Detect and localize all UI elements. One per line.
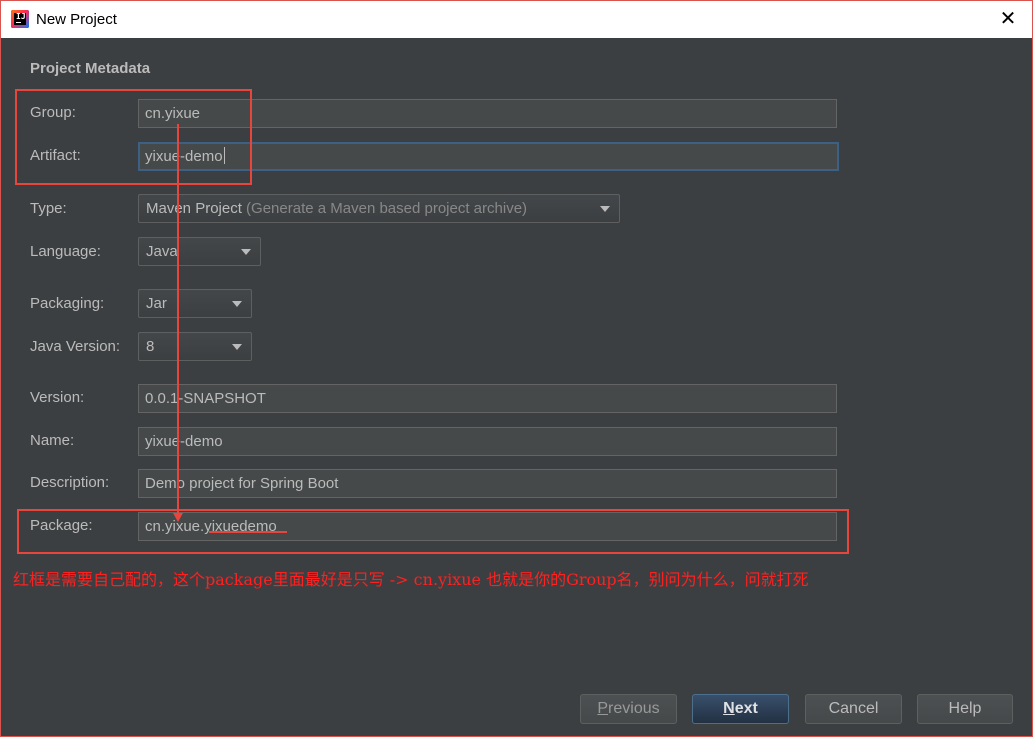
name-label: Name: [30, 432, 75, 449]
previous-button[interactable]: Previous [580, 694, 677, 724]
annotation-arrow-head [173, 513, 183, 522]
packaging-value: Jar [146, 295, 167, 312]
chevron-down-icon [232, 344, 242, 350]
next-mnemonic: N [723, 700, 735, 717]
previous-label: revious [608, 700, 660, 717]
version-label: Version: [30, 389, 85, 406]
next-button[interactable]: Next [692, 694, 789, 724]
close-icon[interactable]: ✕ [996, 7, 1020, 31]
java-version-value: 8 [146, 338, 155, 355]
highlight-box-package [17, 509, 849, 554]
packaging-label: Packaging: [30, 295, 105, 312]
description-field[interactable]: Demo project for Spring Boot [138, 469, 837, 498]
help-button[interactable]: Help [917, 694, 1013, 724]
new-project-dialog: IJ New Project ✕ Project Metadata Group:… [0, 0, 1033, 737]
next-label: ext [734, 700, 758, 717]
language-value: Java [146, 243, 178, 260]
annotation-arrow-line [177, 124, 179, 519]
language-label: Language: [30, 243, 101, 260]
title-bar: IJ New Project ✕ [1, 1, 1032, 38]
previous-mnemonic: P [597, 700, 609, 717]
chevron-down-icon [241, 249, 251, 255]
type-hint: (Generate a Maven based project archive) [246, 200, 528, 217]
annotation-underline [209, 531, 287, 533]
packaging-dropdown[interactable]: Jar [138, 289, 252, 318]
intellij-idea-icon: IJ [11, 10, 29, 28]
annotation-note: 红框是需要自己配的，这个package里面最好是只写 -> cn.yixue 也… [13, 570, 809, 589]
java-version-label: Java Version: [30, 338, 121, 355]
chevron-down-icon [600, 206, 610, 212]
language-dropdown[interactable]: Java [138, 237, 261, 266]
description-label: Description: [30, 474, 110, 491]
type-label: Type: [30, 200, 67, 217]
name-field[interactable]: yixue-demo [138, 427, 837, 456]
type-dropdown[interactable]: Maven Project (Generate a Maven based pr… [138, 194, 620, 223]
section-title: Project Metadata [30, 60, 151, 77]
window-title: New Project [36, 11, 117, 28]
highlight-box-group-artifact [15, 89, 252, 185]
cancel-button[interactable]: Cancel [805, 694, 902, 724]
type-value: Maven Project [146, 200, 242, 217]
java-version-dropdown[interactable]: 8 [138, 332, 252, 361]
version-field[interactable]: 0.0.1-SNAPSHOT [138, 384, 837, 413]
chevron-down-icon [232, 301, 242, 307]
